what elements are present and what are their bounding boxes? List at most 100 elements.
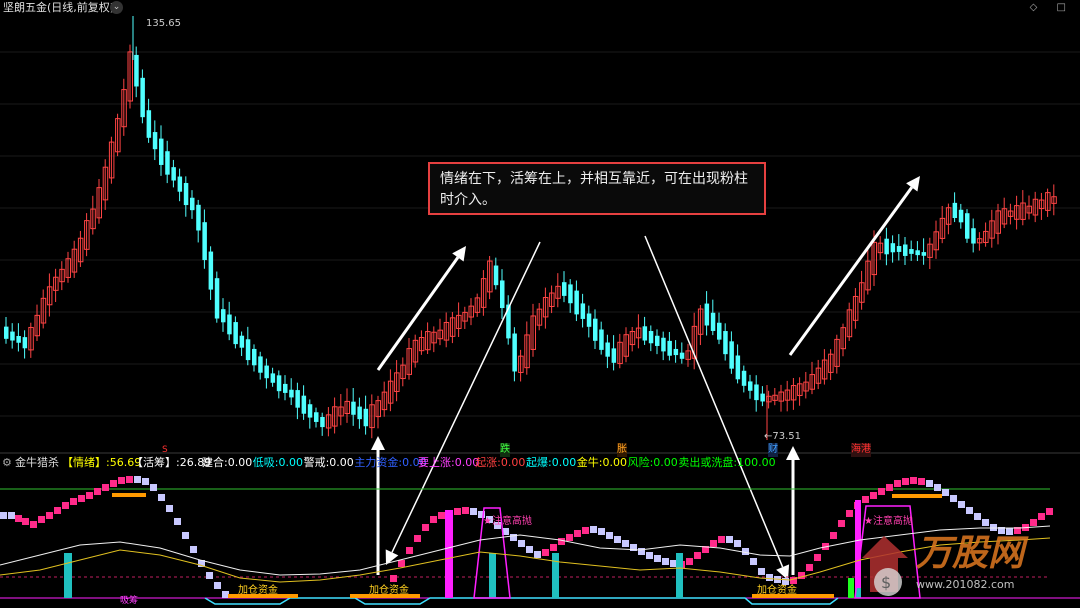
candle-body [710,312,716,331]
candle-body [264,365,269,379]
step-square [406,547,413,554]
chart-canvas[interactable] [0,0,1080,608]
candle-body [915,250,920,256]
chart-stage[interactable]: 坚朗五金(日线,前复权) ⌄ ◇ □ 135.65 ←73.51 S 跌 胀 财… [0,0,1080,608]
candle-body [171,167,176,181]
svg-text:$: $ [881,573,891,592]
candle-body [307,404,313,418]
candle-body [568,284,573,304]
annotation-box: 情绪在下，活筹在上，并相互靠近，可在出现粉柱时介入。 [428,162,766,215]
candle-body [723,331,728,355]
step-square [206,572,213,579]
step-square [518,540,525,547]
step-square [398,560,405,567]
gear-icon[interactable]: ⚙ [2,456,12,470]
teal-bar [489,553,496,598]
step-square [934,484,941,491]
candle-body [952,202,958,219]
indicator-item: 要上涨:0.00 [418,456,480,469]
candle-body [729,341,734,369]
candle-body [500,280,505,309]
candle-body [754,384,759,401]
candle-body [351,401,356,415]
indicator-item: 风险:0.00 [627,456,678,469]
step-square [150,484,157,491]
step-square [582,527,589,534]
step-square [46,512,53,519]
indicator-item: 起涨:0.00 [475,456,526,469]
watermark-url: www.201082.com [916,578,1015,591]
step-square [558,538,565,545]
candle-body [667,340,672,356]
step-square [174,518,181,525]
candle-body [270,373,276,383]
candle-body [320,416,325,428]
candle-body [717,322,722,340]
candle-body [512,333,517,372]
step-square [870,492,877,499]
step-square [542,549,549,556]
candle-body [611,348,617,363]
chevron-down-icon[interactable]: ⌄ [110,1,123,14]
step-square [574,530,581,537]
magenta-bar [445,510,453,598]
candle-body [16,335,21,343]
candle-body [890,243,896,253]
step-square [598,528,605,535]
arrow-head [906,176,920,192]
candle-body [10,331,15,341]
candle-body [140,77,145,118]
step-square [118,477,125,484]
step-square [734,540,741,547]
candle-body [183,183,189,206]
candle-body [177,176,183,192]
candle-body [921,252,927,256]
step-square [62,502,69,509]
candle-body [208,251,214,290]
orange-band [892,494,942,498]
step-square [958,501,965,508]
candle-body [605,342,610,357]
candle-body [642,326,648,341]
step-square [30,521,37,528]
step-square [742,548,749,555]
step-square [190,546,197,553]
step-square [654,555,661,562]
candle-body [655,335,660,346]
candle-body [190,197,195,211]
step-square [94,488,101,495]
candle-body [958,209,964,223]
step-square [102,484,109,491]
step-square [830,532,837,539]
step-square [710,540,717,547]
candle-body [599,329,604,350]
step-square [718,536,725,543]
step-square [566,534,573,541]
step-square [766,574,773,581]
candlesticks [4,16,1057,440]
arrow-head [452,246,466,262]
candle-body [704,303,710,326]
zhuyi-label-2: ★注意高抛 [864,516,913,527]
indicator-item: 低吸:0.00 [252,456,303,469]
zhuyi-label-1: ★注意高抛 [483,516,532,527]
candle-body [283,383,288,393]
step-square [462,507,469,514]
step-square [942,489,949,496]
candle-body [679,352,685,359]
step-square [214,582,221,589]
step-square [414,535,421,542]
step-square [694,552,701,559]
candle-body [233,322,238,345]
step-square [806,564,813,571]
view-toggle-icons[interactable]: ◇ □ [1030,1,1074,15]
step-square [878,488,885,495]
candle-body [276,375,282,392]
annotation-arrows [371,176,920,580]
step-square [646,552,653,559]
indicator-item: 建合:0.00 [202,456,253,469]
step-square [662,558,669,565]
candle-body [227,314,232,335]
step-square [750,558,757,565]
step-square [222,591,229,598]
